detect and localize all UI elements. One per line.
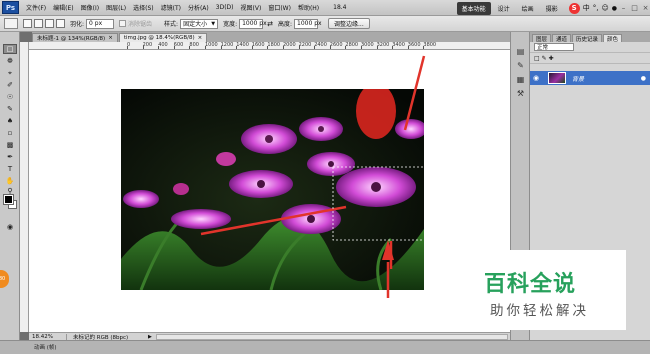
brush-presets-icon[interactable]: ✎	[515, 60, 526, 70]
history-icon[interactable]: ▤	[515, 46, 526, 56]
blend-mode-row: 正常	[530, 42, 650, 53]
layer-thumbnail	[548, 72, 566, 84]
tab-channels[interactable]: 通道	[552, 34, 572, 43]
tab-color[interactable]: 颜色	[603, 34, 623, 43]
layer-name: 背景	[572, 75, 585, 83]
swatches-icon[interactable]: ▦	[515, 74, 526, 84]
status-menu-icon[interactable]: ▶	[148, 334, 152, 340]
tools-settings-icon[interactable]: ⚒	[515, 88, 526, 98]
animation-panel-label[interactable]: 动画 (帧)	[34, 343, 57, 351]
panel-tabs: 图层 通道 历史记录 颜色	[530, 32, 650, 43]
watermark-subtitle: 助你轻松解决	[490, 303, 589, 319]
tab-layers[interactable]: 图层	[532, 34, 552, 43]
layer-row-background[interactable]: ◉ 背景 ●	[530, 71, 650, 85]
blend-mode-select[interactable]: 正常	[534, 43, 574, 51]
lock-row: □ ✎ ✚	[530, 53, 650, 64]
eye-icon[interactable]: ◉	[533, 74, 542, 82]
zoom-level[interactable]: 18.42%	[29, 333, 67, 340]
lock-icon[interactable]: □ ✎ ✚	[534, 55, 554, 62]
bottom-panel-bar: 动画 (帧)	[0, 340, 650, 354]
status-bar: 18.42% 未标记的 RGB (8bpc) ▶	[29, 332, 510, 341]
watermark-title: 百科全说	[484, 272, 577, 297]
lock-icon: ●	[640, 74, 646, 82]
tab-history[interactable]: 历史记录	[572, 34, 603, 43]
